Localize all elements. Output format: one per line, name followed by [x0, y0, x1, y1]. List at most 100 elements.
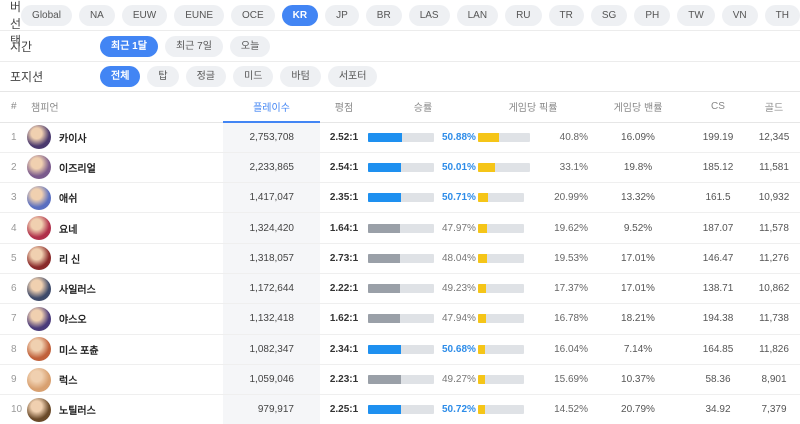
- pickrate-cell: 14.52%: [478, 394, 588, 424]
- champion-cell[interactable]: 애쉬: [27, 182, 223, 214]
- server-option-pill[interactable]: VN: [721, 4, 758, 26]
- champion-name[interactable]: 요네: [59, 221, 77, 236]
- plays-cell: 2,233,865: [223, 152, 320, 184]
- champion-avatar[interactable]: [27, 125, 51, 150]
- table-row[interactable]: 2 이즈리얼 2,233,865 2.54:1 50.01% 33.1% 19.8% 185.…: [0, 152, 800, 184]
- champion-name[interactable]: 미스 포츈: [59, 342, 99, 357]
- champion-name[interactable]: 사일러스: [59, 281, 96, 296]
- server-option-pill[interactable]: PH: [634, 4, 671, 26]
- position-option-pill[interactable]: 바텀: [280, 66, 321, 87]
- winrate-bar-fill: [368, 314, 400, 324]
- champion-name[interactable]: 야스오: [59, 311, 87, 326]
- cs-cell: 185.12: [688, 152, 748, 184]
- champion-avatar[interactable]: [27, 397, 51, 422]
- cs-cell: 194.38: [688, 303, 748, 335]
- server-option-pill[interactable]: EUNE: [174, 4, 224, 26]
- champion-cell[interactable]: 사일러스: [27, 273, 223, 305]
- header-kda[interactable]: 평점: [320, 92, 368, 123]
- winrate-cell: 48.04%: [368, 243, 478, 274]
- header-plays[interactable]: 플레이수: [223, 92, 320, 123]
- server-filter-row: 서버 선택 GlobalNAEUWEUNEOCEKRJPBRLASLANRUTR…: [0, 0, 800, 48]
- table-row[interactable]: 5 리 신 1,318,057 2.73:1 48.04% 19.53% 17.01% 146…: [0, 243, 800, 274]
- champion-name[interactable]: 노틸러스: [59, 402, 96, 417]
- champion-avatar[interactable]: [27, 337, 51, 362]
- champion-avatar[interactable]: [27, 246, 51, 271]
- server-option-pill[interactable]: TH: [764, 4, 800, 26]
- champion-avatar[interactable]: [27, 185, 51, 210]
- champion-cell[interactable]: 이즈리얼: [27, 152, 223, 184]
- header-winrate[interactable]: 승률: [368, 92, 478, 123]
- winrate-bar-fill: [368, 344, 402, 354]
- cs-cell: 161.5: [688, 182, 748, 214]
- position-option-pill[interactable]: 탑: [147, 66, 179, 87]
- position-option-pill[interactable]: 정글: [185, 66, 227, 87]
- champion-cell[interactable]: 요네: [27, 212, 223, 244]
- table-row[interactable]: 1 카이사 2,753,708 2.52:1 50.88% 40.8% 16.09% 199.…: [0, 122, 800, 153]
- champion-cell[interactable]: 노틸러스: [27, 394, 223, 424]
- champion-name[interactable]: 럭스: [59, 372, 77, 387]
- time-option-pill[interactable]: 최근 7일: [164, 35, 223, 57]
- time-option-pill[interactable]: 오늘: [229, 35, 271, 57]
- header-banrate[interactable]: 게임당 밴률: [588, 92, 688, 123]
- table-row[interactable]: 9 럭스 1,059,046 2.23:1 49.27% 15.69% 10.37% 58.3…: [0, 364, 800, 396]
- table-row[interactable]: 6 사일러스 1,172,644 2.22:1 49.23% 17.37% 17.01% 13…: [0, 273, 800, 305]
- header-gold[interactable]: 골드: [748, 92, 800, 123]
- server-option-pill[interactable]: SG: [590, 4, 628, 26]
- server-option-pill[interactable]: TW: [677, 4, 715, 26]
- time-options: 최근 1달 최근 7일 오늘: [100, 35, 271, 57]
- header-champion[interactable]: 챔피언: [27, 92, 223, 123]
- pickrate-bar: [478, 314, 525, 324]
- position-option-pill[interactable]: 전체: [100, 66, 141, 87]
- pickrate-bar-fill: [478, 162, 496, 172]
- position-option-pill[interactable]: 미드: [233, 66, 274, 87]
- champion-name[interactable]: 카이사: [59, 130, 87, 145]
- table-row[interactable]: 10 노틸러스 979,917 2.25:1 50.72% 14.52% 20.79% 34.…: [0, 394, 800, 424]
- winrate-text: 47.94%: [442, 313, 476, 325]
- table-row[interactable]: 7 야스오 1,132,418 1.62:1 47.94% 16.78% 18.21% 194…: [0, 303, 800, 335]
- champion-avatar[interactable]: [27, 306, 51, 331]
- winrate-bar-fill: [368, 223, 400, 233]
- champion-name[interactable]: 이즈리얼: [59, 160, 96, 175]
- champion-avatar[interactable]: [27, 367, 51, 392]
- plays-cell: 1,417,047: [223, 182, 320, 214]
- server-option-pill[interactable]: LAS: [408, 4, 450, 26]
- champion-cell[interactable]: 야스오: [27, 303, 223, 335]
- champion-cell[interactable]: 미스 포츈: [27, 334, 223, 365]
- server-option-pill[interactable]: KR: [281, 4, 319, 26]
- rank-cell: 8: [0, 334, 27, 365]
- champion-avatar[interactable]: [27, 216, 51, 241]
- winrate-bar: [368, 162, 434, 172]
- winrate-bar: [368, 223, 434, 233]
- server-option-pill[interactable]: JP: [325, 4, 359, 26]
- pickrate-text: 40.8%: [559, 131, 588, 143]
- table-row[interactable]: 3 애쉬 1,417,047 2.35:1 50.71% 20.99% 13.32% 161.…: [0, 182, 800, 214]
- pickrate-bar-fill: [478, 193, 488, 203]
- server-option-pill[interactable]: BR: [365, 4, 402, 26]
- server-options: Global NA EUW EUNE OCE KR JP BR LAS LAN RU TR SG PH TW…: [21, 4, 800, 26]
- champion-name[interactable]: 애쉬: [59, 190, 77, 205]
- winrate-bar-fill: [368, 253, 400, 263]
- server-option-pill[interactable]: LAN: [456, 4, 499, 26]
- gold-cell: 11,578: [748, 212, 800, 244]
- champion-name[interactable]: 리 신: [59, 251, 80, 266]
- position-option-pill[interactable]: 서포터: [327, 66, 378, 87]
- rank-cell: 2: [0, 152, 27, 184]
- header-cs[interactable]: CS: [688, 92, 748, 123]
- table-row[interactable]: 4 요네 1,324,420 1.64:1 47.97% 19.62% 9.52% 187.0…: [0, 212, 800, 244]
- champion-cell[interactable]: 럭스: [27, 364, 223, 396]
- server-option-pill[interactable]: TR: [548, 4, 584, 26]
- server-option-pill[interactable]: NA: [78, 4, 115, 26]
- header-pickrate[interactable]: 게임당 픽률: [478, 92, 588, 123]
- server-option-pill[interactable]: OCE: [231, 4, 275, 26]
- table-row[interactable]: 8 미스 포츈 1,082,347 2.34:1 50.68% 16.04% 7.14% 16…: [0, 334, 800, 365]
- champion-cell[interactable]: 카이사: [27, 122, 223, 153]
- time-option-pill[interactable]: 최근 1달: [100, 35, 158, 57]
- server-option-pill[interactable]: EUW: [121, 4, 168, 26]
- champion-stats-table: # 챔피언 플레이수 평점 승률 게임당 픽률 게임당 밴률 CS 골드 1 카이…: [0, 92, 800, 424]
- champion-avatar[interactable]: [27, 276, 51, 301]
- server-option-pill[interactable]: Global: [21, 4, 72, 26]
- pickrate-cell: 16.04%: [478, 334, 588, 365]
- server-option-pill[interactable]: RU: [505, 4, 542, 26]
- champion-cell[interactable]: 리 신: [27, 243, 223, 274]
- champion-avatar[interactable]: [27, 155, 51, 180]
